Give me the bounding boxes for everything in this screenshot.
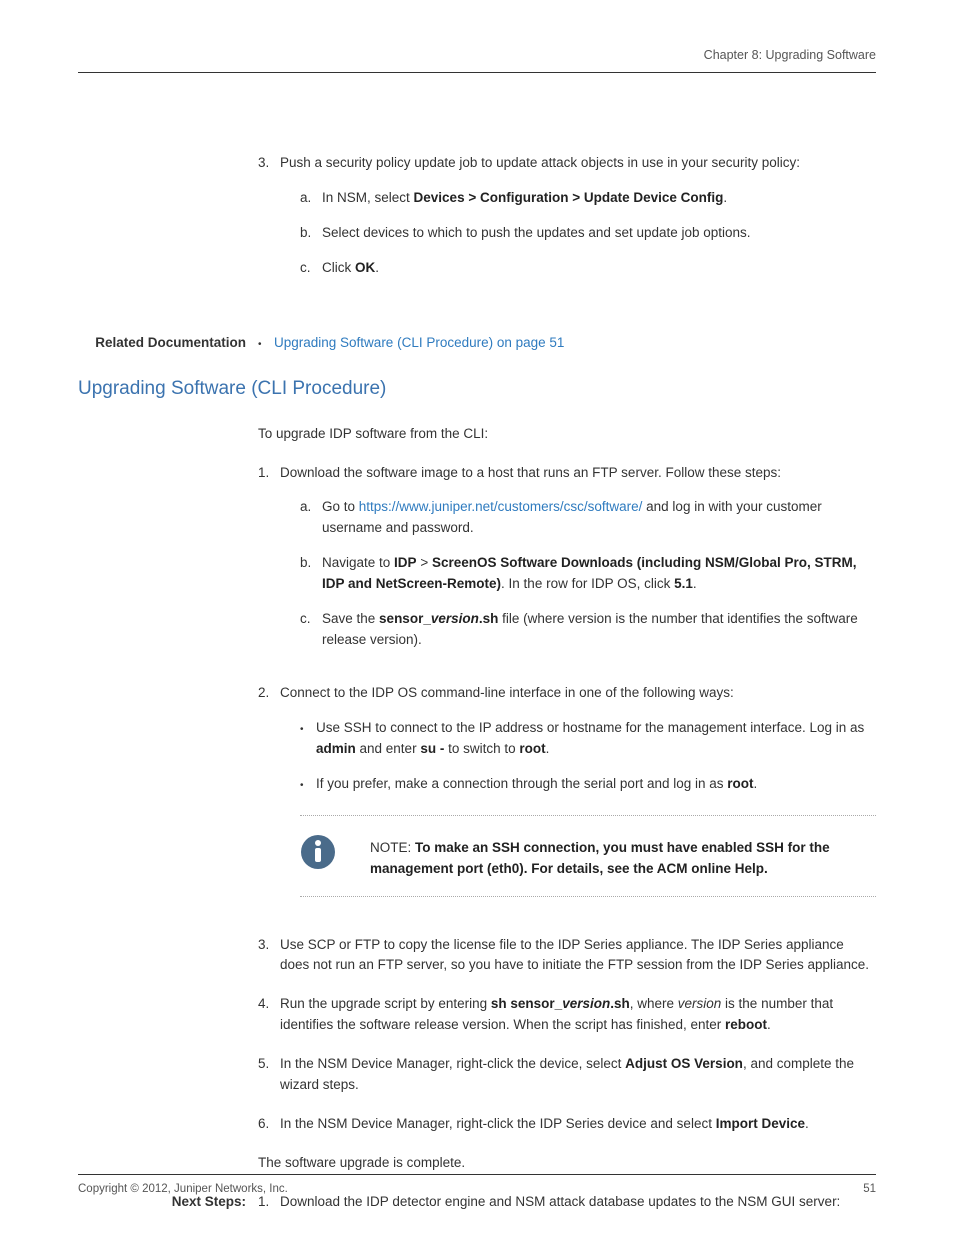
- chapter-label: Chapter 8: Upgrading Software: [704, 48, 876, 62]
- bullet-icon: •: [258, 333, 274, 354]
- list-item: 1. Download the IDP detector engine and …: [258, 1192, 876, 1213]
- next-steps-label: Next Steps:: [78, 1192, 258, 1213]
- item-number: c.: [300, 258, 322, 279]
- related-link[interactable]: Upgrading Software (CLI Procedure) on pa…: [274, 333, 564, 354]
- note-box: NOTE: To make an SSH connection, you mus…: [300, 815, 876, 897]
- item-number: 1.: [258, 463, 280, 665]
- section-title: Upgrading Software (CLI Procedure): [78, 378, 876, 400]
- item-body: Push a security policy update job to upd…: [280, 153, 876, 293]
- completion-text: The software upgrade is complete.: [258, 1153, 876, 1174]
- bullet-icon: •: [300, 718, 316, 760]
- page: Chapter 8: Upgrading Software 3. Push a …: [0, 0, 954, 1235]
- list-item: • If you prefer, make a connection throu…: [300, 774, 876, 795]
- copyright: Copyright © 2012, Juniper Networks, Inc.: [78, 1183, 288, 1195]
- list-item: 3. Use SCP or FTP to copy the license fi…: [258, 935, 876, 977]
- related-documentation: Related Documentation • Upgrading Softwa…: [78, 333, 876, 354]
- list-item: c. Save the sensor_version.sh file (wher…: [300, 609, 876, 651]
- page-content: 3. Push a security policy update job to …: [78, 73, 876, 1213]
- list-item: 5. In the NSM Device Manager, right-clic…: [258, 1054, 876, 1096]
- intro-text: To upgrade IDP software from the CLI:: [258, 424, 876, 445]
- item-number: a.: [300, 188, 322, 209]
- item-number: b.: [300, 223, 322, 244]
- bullet-icon: •: [300, 774, 316, 795]
- note-text: NOTE: To make an SSH connection, you mus…: [362, 832, 876, 880]
- page-footer: Copyright © 2012, Juniper Networks, Inc.…: [78, 1174, 876, 1195]
- list-item: b. Select devices to which to push the u…: [300, 223, 876, 244]
- section-body: To upgrade IDP software from the CLI: 1.…: [258, 424, 876, 1174]
- list-item: 3. Push a security policy update job to …: [258, 153, 876, 293]
- list-item: c. Click OK.: [300, 258, 876, 279]
- running-header: Chapter 8: Upgrading Software: [78, 48, 876, 73]
- list-item: 2. Connect to the IDP OS command-line in…: [258, 683, 876, 917]
- next-steps: Next Steps: 1. Download the IDP detector…: [78, 1192, 876, 1213]
- list-item: 1. Download the software image to a host…: [258, 463, 876, 665]
- related-label: Related Documentation: [78, 333, 258, 354]
- list-item: a. In NSM, select Devices > Configuratio…: [300, 188, 876, 209]
- list-item: 6. In the NSM Device Manager, right-clic…: [258, 1114, 876, 1135]
- list-item: a. Go to https://www.juniper.net/custome…: [300, 497, 876, 539]
- item-number: 3.: [258, 153, 280, 293]
- list-item: • Use SSH to connect to the IP address o…: [300, 718, 876, 760]
- info-icon: [300, 834, 336, 870]
- list-item: 4. Run the upgrade script by entering sh…: [258, 994, 876, 1036]
- list-item: b. Navigate to IDP > ScreenOS Software D…: [300, 553, 876, 595]
- step-3-block: 3. Push a security policy update job to …: [258, 153, 876, 293]
- download-url-link[interactable]: https://www.juniper.net/customers/csc/so…: [359, 499, 643, 514]
- page-number: 51: [863, 1183, 876, 1195]
